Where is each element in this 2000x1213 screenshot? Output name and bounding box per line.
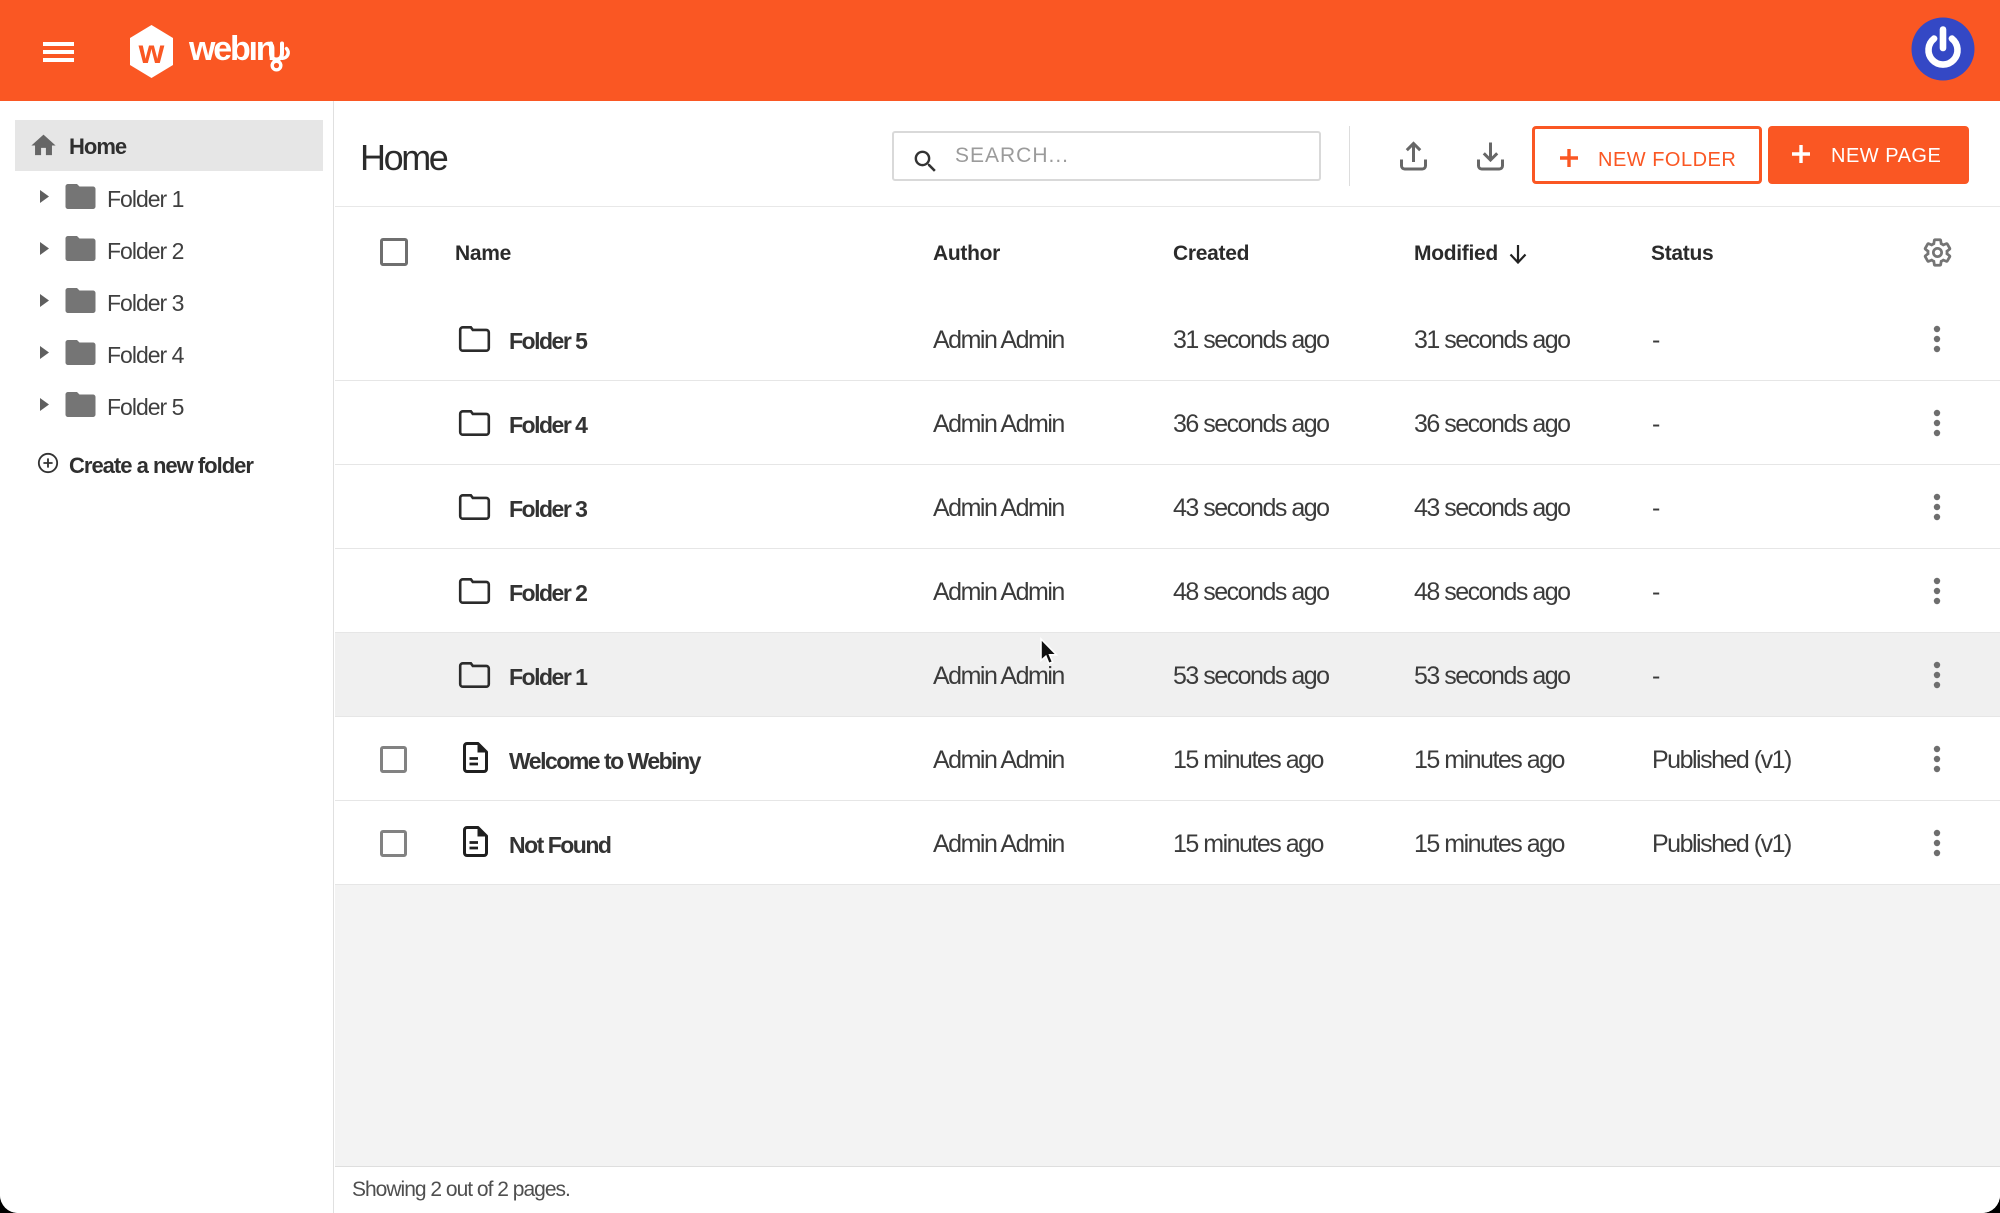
svg-text:w: w [138,33,165,70]
